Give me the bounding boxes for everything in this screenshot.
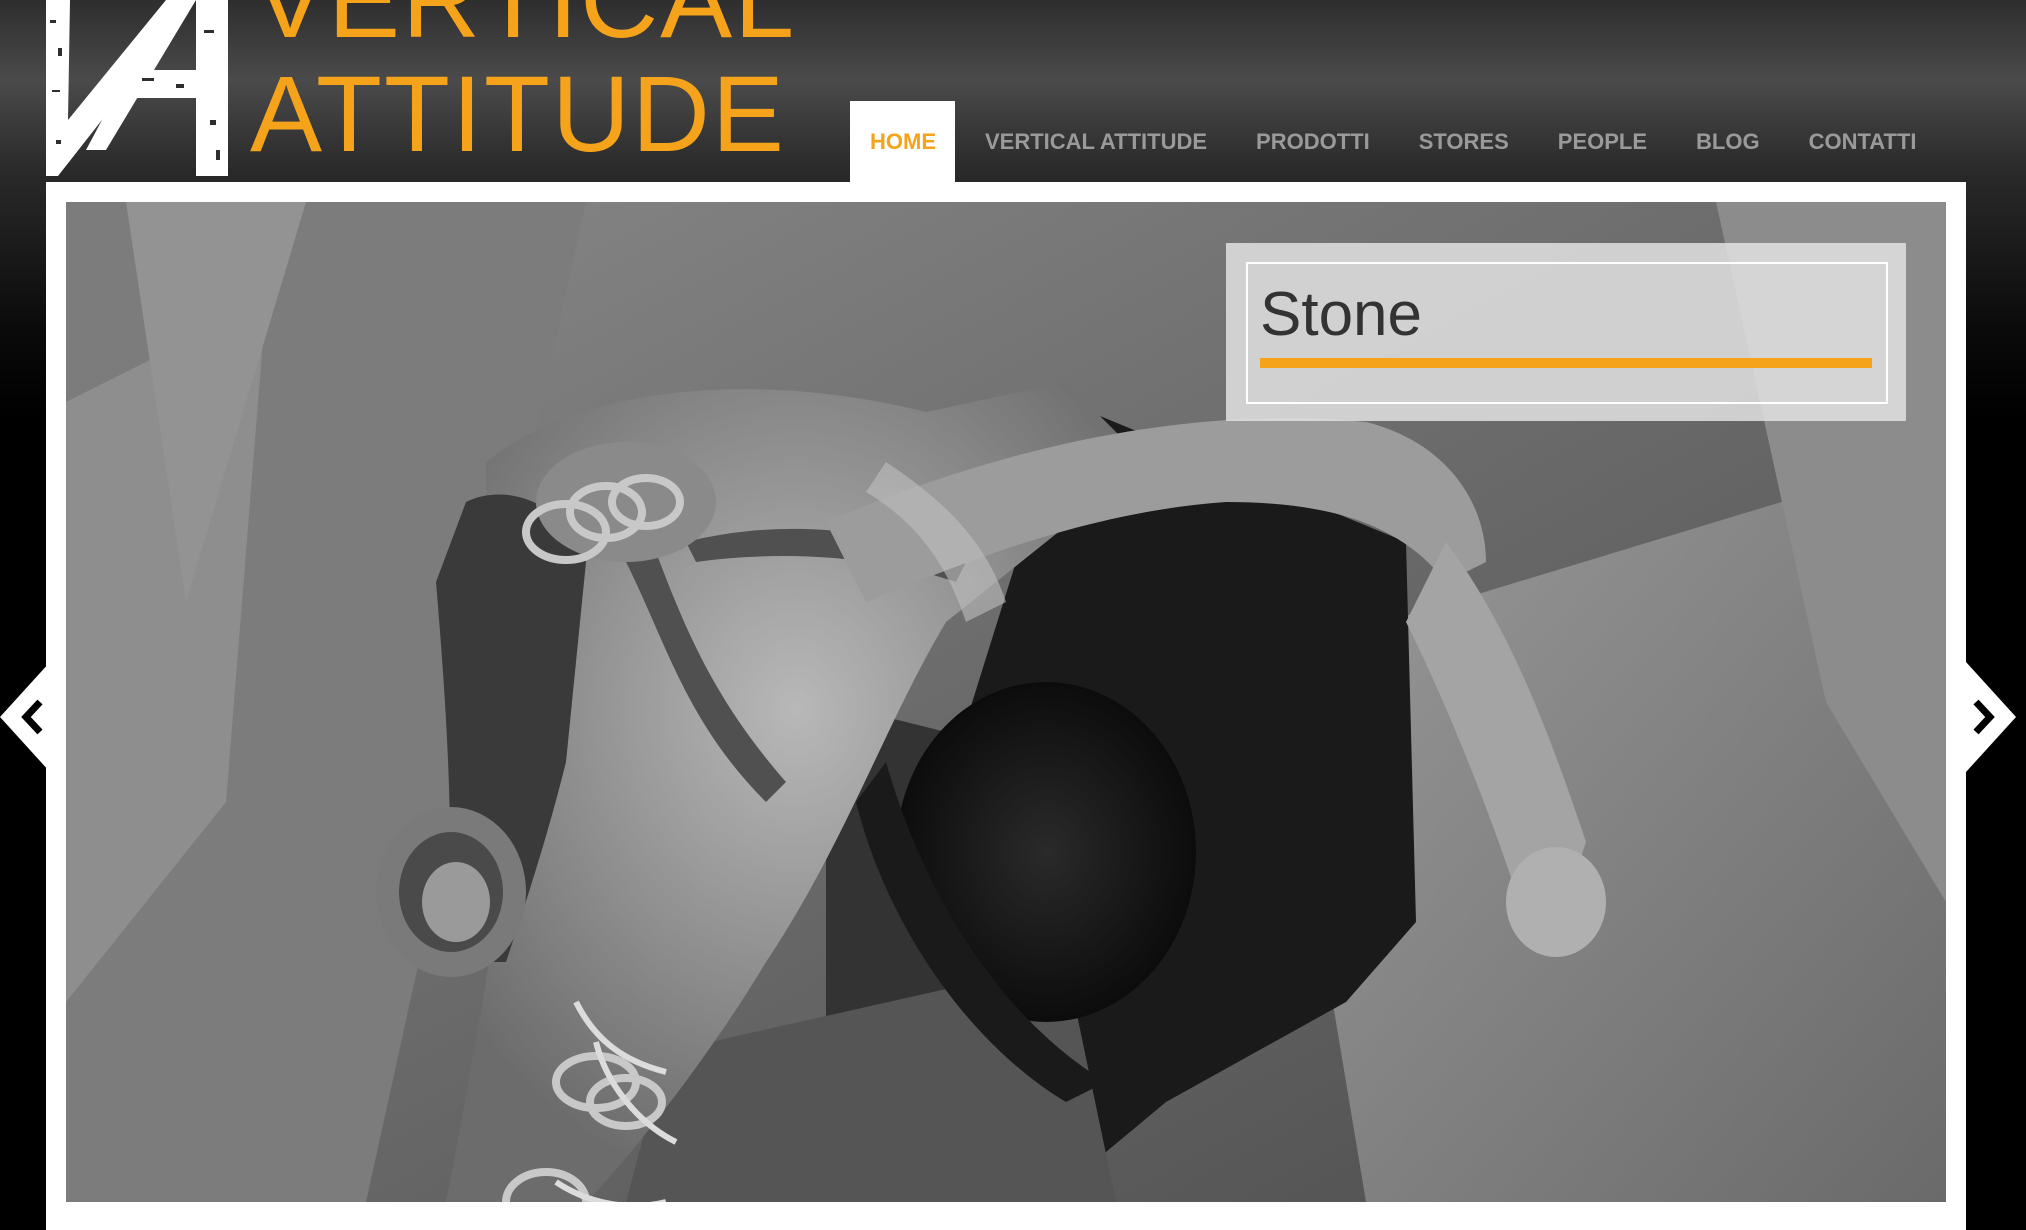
nav-item-blog[interactable]: BLOG (1676, 101, 1780, 182)
logo-line-2: ATTITUDE (250, 53, 786, 174)
main-nav: HOME VERTICAL ATTITUDE PRODOTTI STORES P… (850, 101, 1946, 182)
chevron-left-icon (0, 662, 50, 772)
slider-prev-button[interactable] (0, 662, 50, 772)
slide-caption-inner: Stone (1246, 262, 1888, 404)
slide-caption: Stone (1226, 243, 1906, 421)
nav-item-stores[interactable]: STORES (1399, 101, 1529, 182)
nav-item-prodotti[interactable]: PRODOTTI (1236, 101, 1390, 182)
nav-item-people[interactable]: PEOPLE (1538, 101, 1667, 182)
site-logo[interactable]: VERTICAL ATTITUDE (46, 0, 794, 176)
va-monogram-icon (46, 0, 232, 176)
nav-item-home[interactable]: HOME (850, 101, 955, 182)
nav-item-vertical-attitude[interactable]: VERTICAL ATTITUDE (965, 101, 1227, 182)
slide-caption-title: Stone (1260, 280, 1423, 349)
nav-item-contatti[interactable]: CONTATTI (1789, 101, 1937, 182)
chevron-right-icon (1966, 662, 2016, 772)
slider-next-button[interactable] (1966, 662, 2016, 772)
page: VERTICAL ATTITUDE HOME VERTICAL ATTITUDE… (0, 0, 2026, 1230)
slide-caption-underline (1260, 358, 1872, 368)
logo-line-1: VERTICAL (254, 0, 796, 54)
